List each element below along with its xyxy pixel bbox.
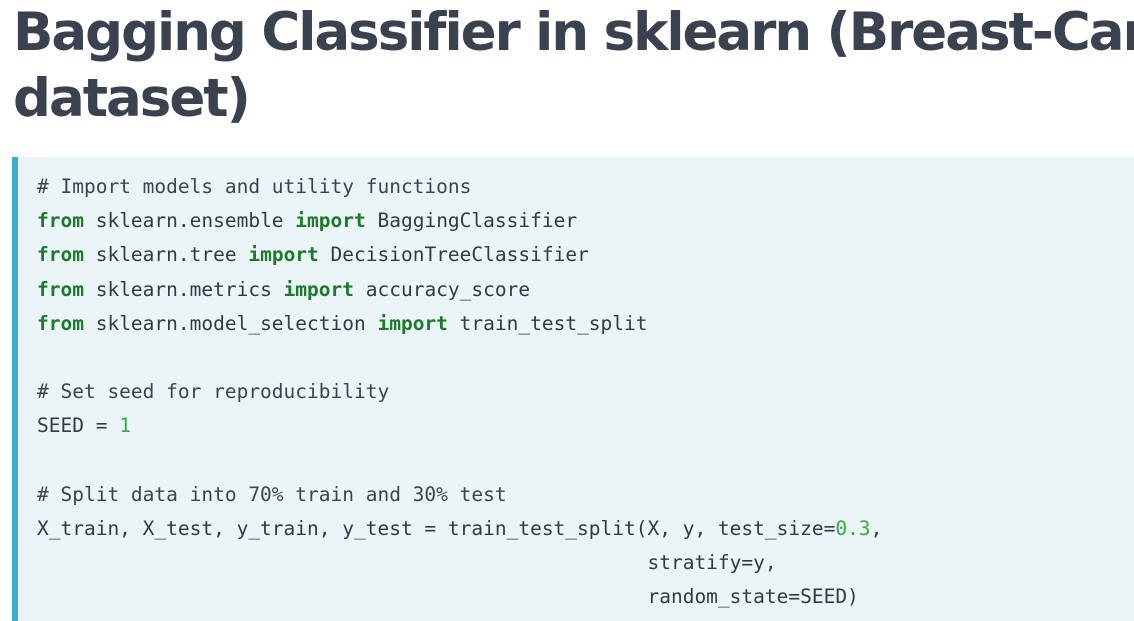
code-module: sklearn.ensemble	[83, 209, 296, 233]
code-comment: # Set seed for reproducibility	[37, 380, 390, 404]
code-line-10: # Split data into 70% train and 30% test	[37, 478, 882, 512]
code-comment: # Import models and utility functions	[37, 175, 472, 198]
code-line-12: stratify=y,	[37, 546, 882, 580]
code-line-1: # Import models and utility functions	[37, 170, 882, 204]
code-line-13: random_state=SEED)	[37, 580, 882, 614]
code-line-2: from sklearn.ensemble import BaggingClas…	[37, 204, 882, 238]
code-module: sklearn.model_selection	[83, 311, 378, 335]
code-imported-name: train_test_split	[447, 311, 648, 335]
code-call: X_train, X_test, y_train, y_test = train…	[37, 516, 836, 540]
code-argument: stratify=y,	[37, 551, 777, 575]
code-line-8: SEED = 1	[37, 409, 882, 443]
code-assignment: SEED =	[37, 414, 120, 438]
code-comment: # Split data into 70% train and 30% test	[37, 482, 507, 506]
page-title-line-2: dataset)	[13, 68, 251, 129]
code-imported-name: BaggingClassifier	[365, 209, 578, 233]
code-line-7: # Set seed for reproducibility	[37, 375, 882, 409]
code-line-5: from sklearn.model_selection import trai…	[37, 307, 882, 341]
code-line-3: from sklearn.tree import DecisionTreeCla…	[37, 238, 882, 272]
code-keyword-from: from	[37, 277, 84, 301]
code-keyword-from: from	[37, 243, 84, 267]
code-keyword-from: from	[37, 311, 84, 335]
code-module: sklearn.metrics	[83, 277, 284, 301]
code-line-6-blank	[37, 341, 882, 375]
code-argument: random_state=SEED)	[37, 585, 859, 609]
code-line-11: X_train, X_test, y_train, y_test = train…	[37, 512, 882, 546]
code-keyword-import: import	[377, 311, 448, 335]
code-line-9-blank	[37, 444, 882, 478]
code-punctuation: ,	[870, 516, 883, 540]
code-block: # Import models and utility functions fro…	[12, 157, 1134, 621]
code-module: sklearn.tree	[83, 243, 249, 267]
page-title-line-1: Bagging Classifier in sklearn (Breast-Ca…	[13, 2, 1134, 63]
code-number: 1	[119, 414, 131, 438]
code-keyword-from: from	[37, 209, 84, 233]
code-keyword-import: import	[295, 209, 366, 233]
code-imported-name: accuracy_score	[354, 277, 531, 301]
code-keyword-import: import	[248, 243, 319, 267]
code-number: 0.3	[835, 516, 871, 540]
code-content: # Import models and utility functions fro…	[37, 170, 882, 614]
code-keyword-import: import	[283, 277, 355, 301]
page-title: Bagging Classifier in sklearn (Breast-Ca…	[13, 0, 1134, 132]
page: Bagging Classifier in sklearn (Breast-Ca…	[0, 0, 1134, 621]
code-imported-name: DecisionTreeClassifier	[318, 243, 589, 267]
code-line-4: from sklearn.metrics import accuracy_sco…	[37, 273, 882, 307]
